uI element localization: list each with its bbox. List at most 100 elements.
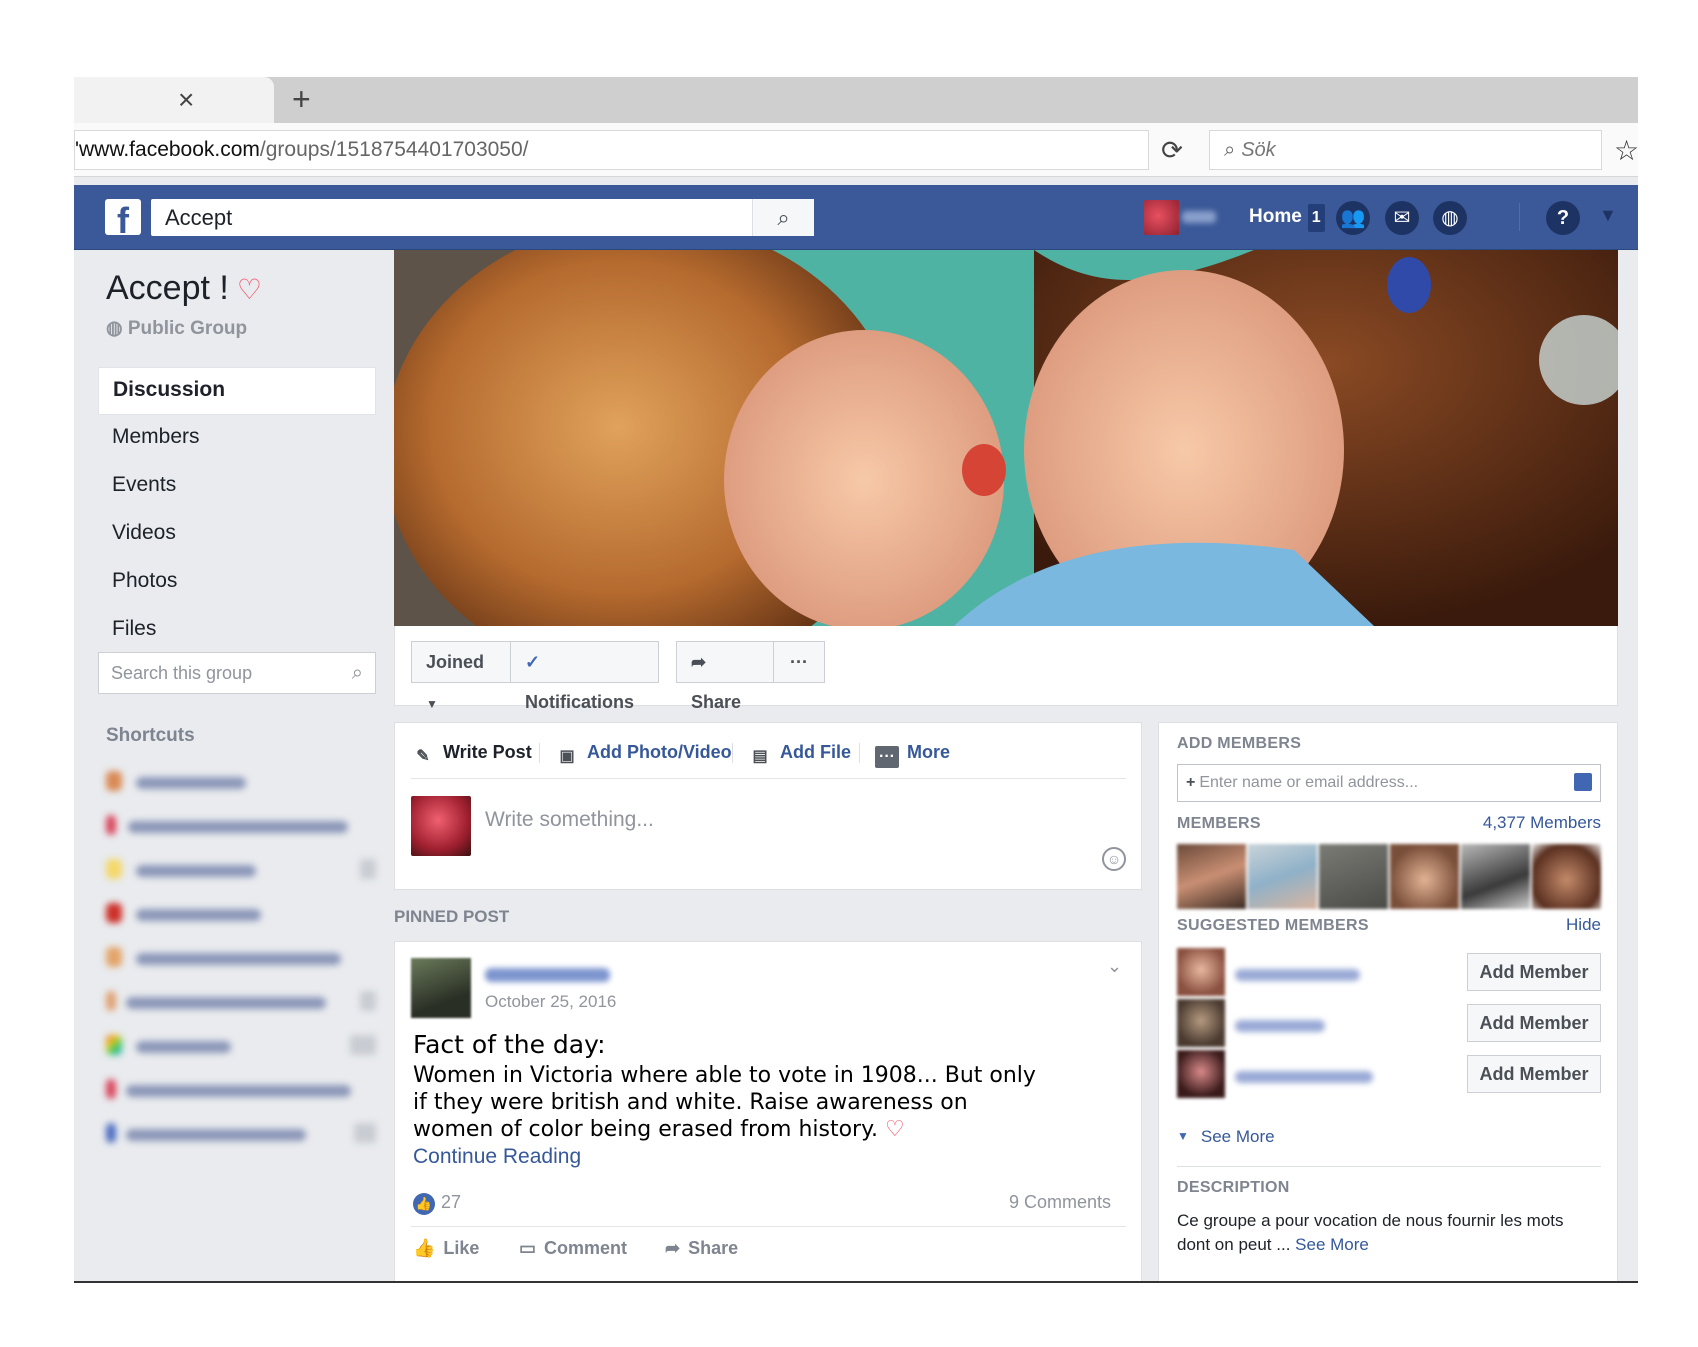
chevron-down-icon: ▼ xyxy=(1177,1129,1189,1143)
new-tab-button[interactable]: + xyxy=(292,81,311,117)
members-count-link[interactable]: 4,377 Members xyxy=(1483,813,1601,833)
member-photo[interactable] xyxy=(1319,844,1388,909)
shortcut-item[interactable] xyxy=(106,943,376,973)
chevron-down-icon[interactable]: ⌄ xyxy=(1107,956,1122,977)
member-photo[interactable] xyxy=(1390,844,1459,909)
post-author-name-blurred[interactable] xyxy=(485,968,610,982)
home-label: Home xyxy=(1249,206,1302,227)
continue-reading-link[interactable]: Continue Reading xyxy=(413,1145,581,1169)
right-sidebar: ADD MEMBERS + Enter name or email address… xyxy=(1158,722,1618,1283)
nav-item-videos[interactable]: Videos xyxy=(98,511,376,559)
more-options-button[interactable]: ··· xyxy=(773,641,825,683)
group-title[interactable]: Accept ! ♡ xyxy=(106,269,262,308)
like-button[interactable]: 👍 Like xyxy=(413,1238,479,1259)
more-dots-icon: ··· xyxy=(875,746,899,768)
add-member-button[interactable]: Add Member xyxy=(1467,953,1601,991)
thumbs-up-icon: 👍 xyxy=(413,1193,435,1215)
nav-item-discussion[interactable]: Discussion xyxy=(98,367,376,415)
share-arrow-icon: ➦ xyxy=(665,1238,681,1258)
post-date[interactable]: October 25, 2016 xyxy=(485,992,616,1012)
screenshot-bottom-border xyxy=(74,1281,1638,1283)
nav-item-members[interactable]: Members xyxy=(98,415,376,463)
share-label: Share xyxy=(691,692,742,712)
facebook-logo-icon[interactable]: f xyxy=(105,199,141,235)
share-post-label: Share xyxy=(688,1238,739,1258)
joined-button[interactable]: Joined ▼ xyxy=(411,641,511,711)
suggested-member-name-blurred[interactable] xyxy=(1235,1020,1325,1032)
pinned-post-label: PINNED POST xyxy=(394,907,510,926)
url-host: 'www.facebook.com xyxy=(75,138,260,161)
tab-add-file[interactable]: ▤ Add File xyxy=(748,738,851,768)
suggested-member-avatar[interactable] xyxy=(1177,999,1225,1047)
see-more-members-link[interactable]: ▼ See More xyxy=(1177,1127,1275,1147)
browser-toolbar: 'www.facebook.com/groups/151875440170305… xyxy=(74,123,1638,177)
group-search-input[interactable]: Search this group ⌕ xyxy=(98,652,376,694)
member-photo[interactable] xyxy=(1461,844,1530,909)
friend-requests-icon[interactable]: 👥 xyxy=(1336,201,1370,235)
help-icon[interactable]: ? xyxy=(1546,201,1580,235)
more-tab-label: More xyxy=(907,742,951,762)
description-see-more-link[interactable]: See More xyxy=(1295,1235,1369,1254)
post-author-avatar[interactable] xyxy=(411,958,471,1018)
address-bar[interactable]: 'www.facebook.com/groups/151875440170305… xyxy=(74,130,1149,170)
browser-search-field[interactable]: ⌕ Sök xyxy=(1209,130,1602,170)
home-link[interactable]: Home 1 xyxy=(1249,203,1325,232)
like-count-value: 27 xyxy=(441,1192,462,1212)
cover-photo[interactable] xyxy=(394,250,1618,626)
suggested-member-name-blurred[interactable] xyxy=(1235,969,1360,981)
shortcut-item[interactable] xyxy=(106,1031,376,1061)
notifications-button[interactable]: ✓ Notifications xyxy=(510,641,659,712)
share-button[interactable]: ➦ Share xyxy=(676,641,774,712)
url-path: /groups/1518754401703050/ xyxy=(259,138,529,161)
close-tab-icon[interactable]: × xyxy=(178,85,194,115)
shortcut-item[interactable] xyxy=(106,767,376,797)
browser-tab[interactable]: × xyxy=(74,77,274,123)
like-count[interactable]: 👍 27 xyxy=(413,1190,461,1215)
hide-link[interactable]: Hide xyxy=(1566,915,1601,935)
comment-count[interactable]: 9 Comments xyxy=(1009,1192,1111,1213)
tab-write-post[interactable]: ✎ Write Post xyxy=(411,738,531,768)
shortcut-item[interactable] xyxy=(106,811,376,841)
nav-item-files[interactable]: Files xyxy=(98,607,376,655)
account-menu-caret-icon[interactable]: ▼ xyxy=(1599,205,1617,226)
add-photo-label: Add Photo/Video xyxy=(587,742,732,762)
member-photo[interactable] xyxy=(1248,844,1317,909)
pencil-icon: ✎ xyxy=(416,748,430,765)
member-photo[interactable] xyxy=(1532,844,1601,909)
shortcut-item[interactable] xyxy=(106,987,376,1017)
tab-add-photo-video[interactable]: ▣ Add Photo/Video xyxy=(555,738,732,768)
share-post-button[interactable]: ➦ Share xyxy=(665,1238,738,1259)
suggested-member-avatar[interactable] xyxy=(1177,948,1225,996)
member-photo[interactable] xyxy=(1177,844,1246,909)
group-search-placeholder: Search this group xyxy=(111,663,253,683)
emoji-icon[interactable]: ☺ xyxy=(1102,847,1126,871)
comment-button[interactable]: ▭ Comment xyxy=(519,1238,627,1259)
post-composer: ✎ Write Post ▣ Add Photo/Video ▤ Add File ·… xyxy=(394,722,1142,890)
shortcut-item[interactable] xyxy=(106,899,376,929)
facebook-top-bar: f Accept ⌕ Home 1 👥 ✉ ◍ ? ▼ xyxy=(74,185,1638,250)
search-button[interactable]: ⌕ xyxy=(752,199,814,236)
add-member-input[interactable]: + Enter name or email address... xyxy=(1177,764,1601,802)
facebook-search-input[interactable]: Accept ⌕ xyxy=(151,199,814,236)
add-member-button[interactable]: Add Member xyxy=(1467,1004,1601,1042)
chevron-down-icon: ▼ xyxy=(426,697,438,711)
messenger-icon[interactable]: ✉ xyxy=(1385,201,1419,235)
cover-action-bar: Joined ▼ ✓ Notifications ➦ Share ··· xyxy=(394,626,1618,712)
composer-input[interactable]: Write something... xyxy=(485,808,654,832)
bookmark-star-icon[interactable]: ☆ xyxy=(1614,134,1638,167)
nav-item-photos[interactable]: Photos xyxy=(98,559,376,607)
contacts-icon[interactable] xyxy=(1574,773,1592,791)
suggested-member-name-blurred[interactable] xyxy=(1235,1071,1373,1083)
shortcut-item[interactable] xyxy=(106,1119,376,1149)
reload-icon[interactable]: ⟳ xyxy=(1150,130,1194,170)
notifications-globe-icon[interactable]: ◍ xyxy=(1433,201,1467,235)
nav-item-events[interactable]: Events xyxy=(98,463,376,511)
profile-avatar[interactable] xyxy=(1144,200,1179,235)
profile-name-blurred[interactable] xyxy=(1182,211,1216,223)
plus-icon: + xyxy=(1186,774,1196,791)
add-member-button[interactable]: Add Member xyxy=(1467,1055,1601,1093)
suggested-member-avatar[interactable] xyxy=(1177,1050,1225,1098)
shortcut-item[interactable] xyxy=(106,1075,376,1105)
tab-more[interactable]: ··· More xyxy=(875,738,950,768)
shortcut-item[interactable] xyxy=(106,855,376,885)
